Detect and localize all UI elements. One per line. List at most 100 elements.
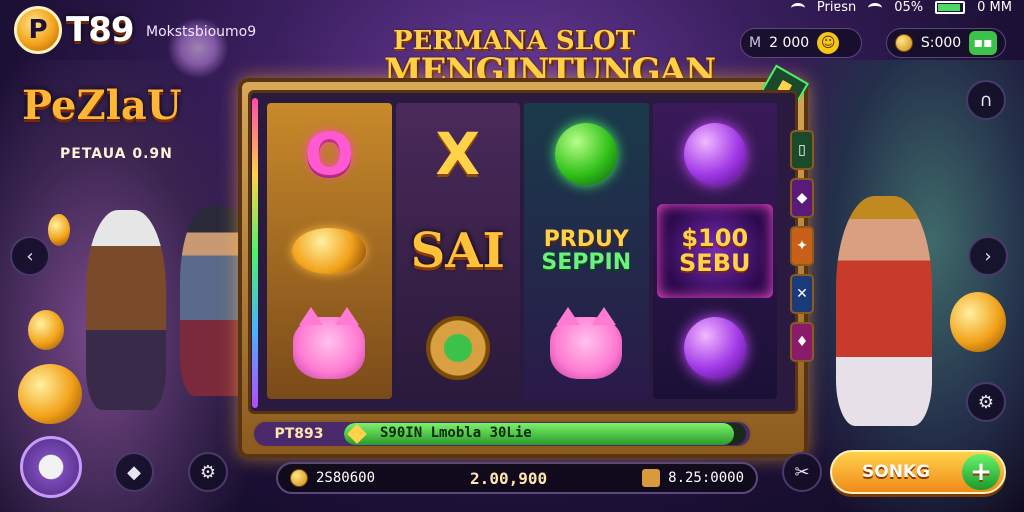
carrier-text: Priɐsn [816,0,857,15]
symbol-x: X [435,119,481,188]
next-button[interactable]: › [968,236,1008,276]
wifi-icon [868,2,883,13]
reel-symbol [657,302,774,395]
coin-balance-pill[interactable]: S:000 ▪▪ [886,28,1006,58]
reel-symbol: PRDUY SEPPIN [528,204,645,297]
symbol-prduy-line2: SEPPIN [541,249,632,275]
logo-badge: P [14,6,62,54]
gear-icon: ⚙ [199,461,217,483]
reel-symbol [528,302,645,395]
reel-symbol: O [271,107,388,200]
info-bar: PT893 S90IN Lmobla 30Lie [252,420,752,448]
coin-icon [895,34,913,52]
clock-text: 0 MM [977,0,1012,15]
reel-2: X SAI [395,103,520,399]
settings-button[interactable]: ⚙ [188,452,228,492]
wifi-icon [790,2,805,13]
coin-decoration [18,364,82,424]
crowned-cat-symbol [550,307,623,380]
coin-decoration [48,214,70,246]
left-promo-subtitle: PETAUA 0.9N [60,146,173,162]
reel-symbol: X [400,107,517,200]
progress-bar: S90IN Lmobla 30Lie [344,423,746,445]
bottom-left-stat: 2S80600 [290,469,375,487]
purple-gem-symbol [683,317,746,380]
chevron-left-icon: ‹ [26,245,34,267]
diamond-icon: ◆ [127,461,141,483]
reel-4: $100 SEBU [652,103,777,399]
plus-button[interactable]: + [962,454,1000,490]
prev-button[interactable]: ‹ [10,236,50,276]
green-gem-symbol [555,122,618,185]
symbol-prduy: PRDUY SEPPIN [541,228,631,274]
magnet-icon: ∩ [979,89,993,111]
reel-symbol [400,302,517,395]
payline-icon[interactable]: ✦ [790,226,814,266]
payline-icon[interactable]: ✕ [790,274,814,314]
symbol-o: O [304,119,354,188]
chevron-right-icon: › [984,245,992,267]
left-promo-title: PeZlaU [22,82,182,129]
reel-symbol: SAI [400,204,517,297]
slot-machine-frame: ■ O X SAI PRDUY SEPPIN $100 SEBU ▯ ◆ ✦ ✕… [238,64,814,458]
diamond-button[interactable]: ◆ [114,452,154,492]
reel-1: O [267,103,392,399]
magnet-button[interactable]: ∩ [966,80,1006,120]
bonus-text-line2: SEBU [679,248,751,277]
side-paylines: ▯ ◆ ✦ ✕ ♦ [790,130,814,362]
coin-icon [290,469,308,487]
bottom-right-stat: 8.25:0000 [642,469,744,487]
coin-decoration [950,292,1006,352]
gold-coin-symbol [292,227,367,274]
progress-message: S90IN Lmobla 30Lie [380,425,532,441]
gear-icon: ⚙ [977,391,995,413]
symbol-sai: SAI [410,222,505,279]
auto-button[interactable]: ✂ [782,452,822,492]
bonus-text-line1: $100 [681,223,749,252]
symbol-prduy-line1: PRDUY [543,226,629,252]
machine-id: PT893 [274,426,324,442]
logo-text: T89 [66,10,135,50]
bottom-right-value: 8.25:0000 [668,470,744,486]
level-label: M [749,35,762,51]
bonus-symbol: $100 SEBU [656,204,773,298]
coin-balance-value: S:000 [920,35,962,51]
hero-character [836,196,932,426]
settings-button-right[interactable]: ⚙ [966,382,1006,422]
reel-symbol [271,204,388,297]
payline-icon[interactable]: ▯ [790,130,814,170]
bottom-stats-bar: 2S80600 2.00,900 8.25:0000 [276,462,758,494]
level-pill[interactable]: M 2 000 ☺ [740,28,862,58]
bottom-left-value: 2S80600 [316,470,376,486]
status-bar: Priɐsn 05% 0 MM [790,0,1012,15]
neon-strip-left [252,98,258,408]
reel-symbol [528,107,645,200]
payline-icon[interactable]: ◆ [790,178,814,218]
plus-icon: + [970,457,992,487]
avatar[interactable] [20,436,82,498]
user-tag: Mokstsbioumo9 [146,24,257,40]
reels: O X SAI PRDUY SEPPIN $100 SEBU [267,103,777,399]
reel-symbol [271,302,388,395]
reels-window: O X SAI PRDUY SEPPIN $100 SEBU [248,90,798,414]
bottom-center-value: 2.00,900 [470,468,548,488]
gift-icon [642,469,661,487]
app-logo: P T89 [14,6,135,54]
level-value: 2 000 [769,35,810,51]
swords-icon: ✂ [794,461,810,483]
coin-decoration [28,310,64,350]
spin-button[interactable]: SONKG + [830,450,1006,494]
reel-3: PRDUY SEPPIN [524,103,649,399]
old-man-character [86,210,166,410]
battery-percent: 05% [894,0,924,15]
bonus-text: $100 SEBU [679,223,751,277]
menu-icon[interactable]: ▪▪ [969,31,997,55]
payline-icon[interactable]: ♦ [790,322,814,362]
smile-icon: ☺ [817,32,840,54]
purple-gem-symbol [683,122,746,185]
pink-cat-symbol [293,307,366,380]
reel-symbol [657,107,774,200]
battery-icon [935,1,966,14]
spin-button-label: SONKG [862,462,931,482]
green-coin-symbol [425,316,490,381]
